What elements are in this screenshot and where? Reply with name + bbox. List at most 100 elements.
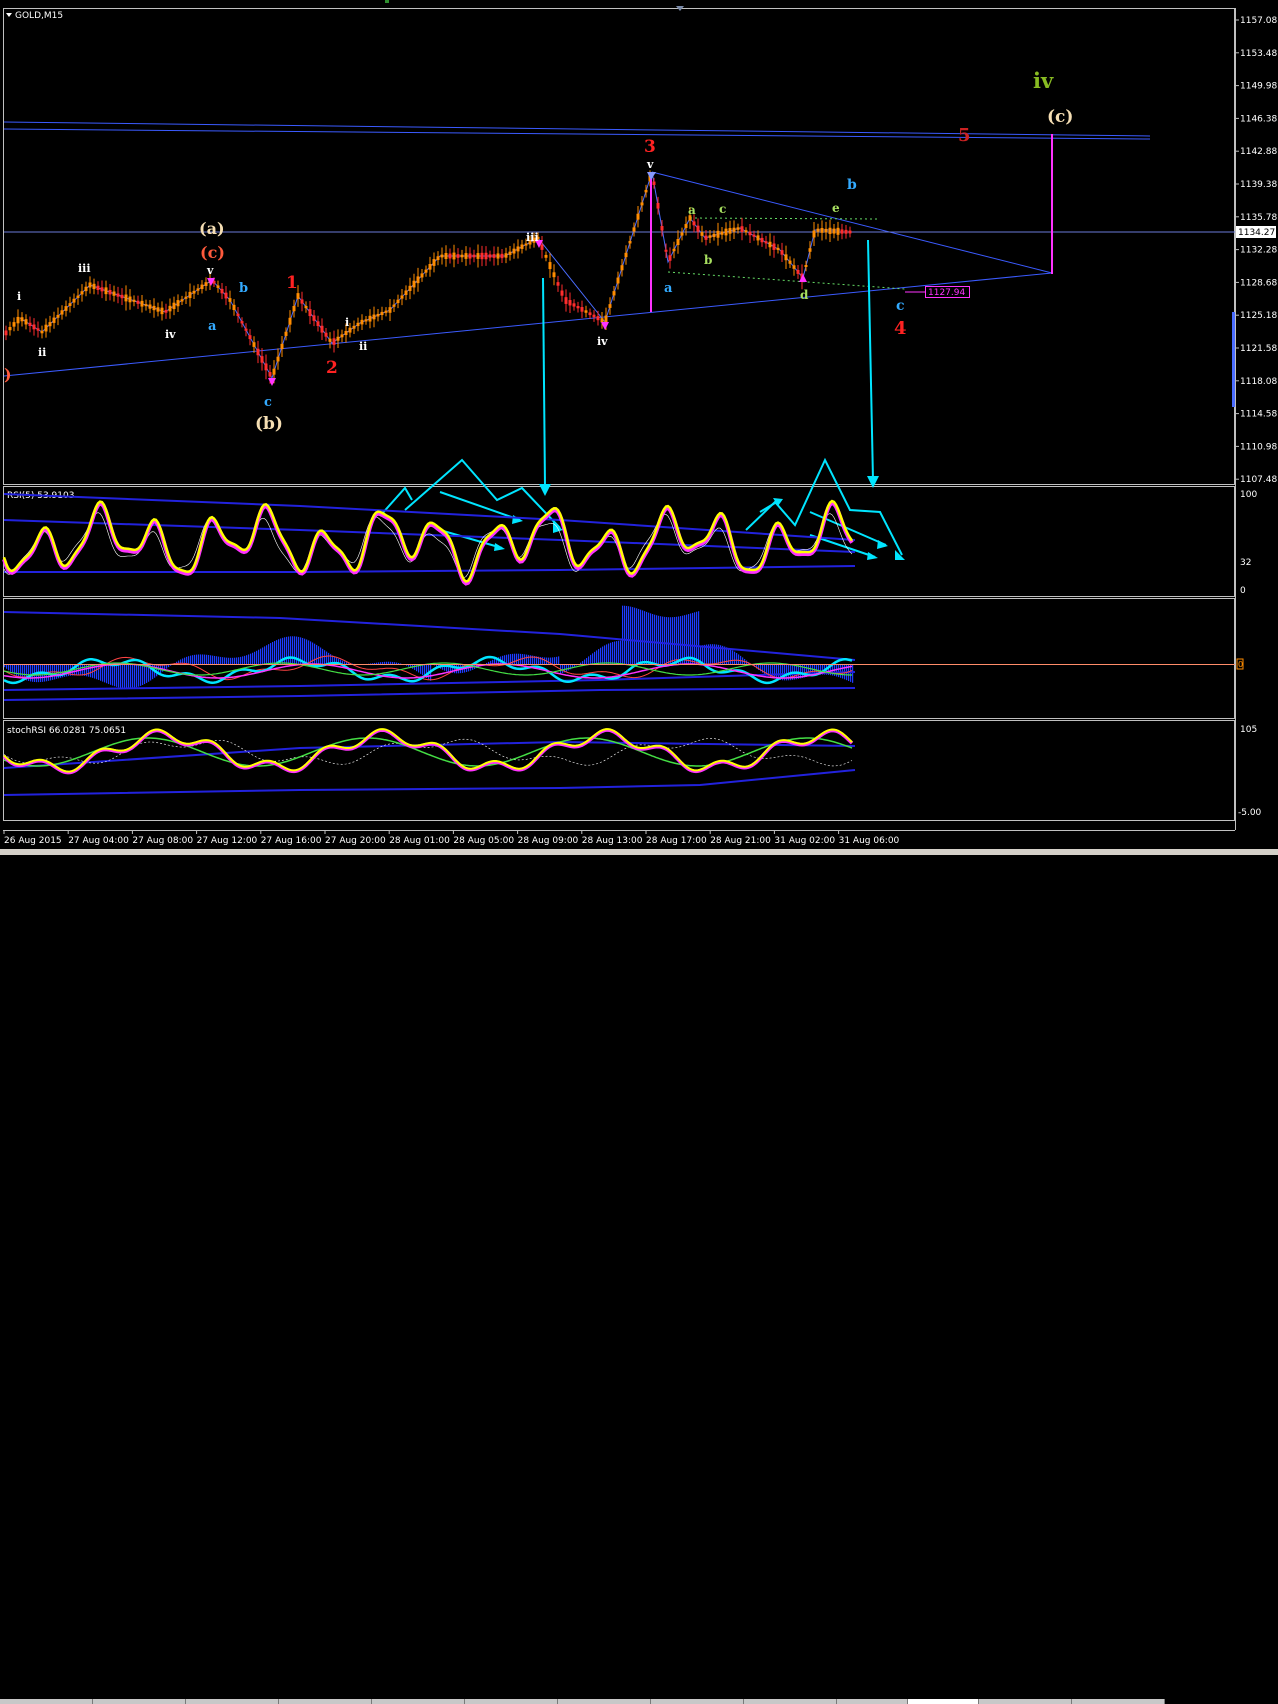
candle-body [256, 348, 260, 356]
candle-body [736, 227, 740, 230]
macd-histogram-bar [264, 646, 266, 664]
candle-body [768, 241, 772, 248]
macd-histogram-bar [616, 641, 618, 664]
candle-body [508, 251, 512, 255]
wave-label: ii [359, 340, 367, 353]
candle-body [448, 253, 452, 259]
rsi-level: 100 [1240, 490, 1257, 500]
chart-tab[interactable] [372, 1699, 465, 1704]
candle-body [84, 286, 88, 292]
macd-histogram-bar [220, 656, 222, 664]
chart-tab[interactable] [279, 1699, 372, 1704]
macd-histogram-bar [542, 657, 544, 664]
macd-histogram-bar [288, 636, 290, 664]
macd-histogram-bar [416, 664, 418, 672]
candle-body [100, 287, 104, 292]
macd-band-lower [3, 671, 856, 691]
candle-body [56, 314, 60, 318]
macd-histogram-bar [676, 616, 678, 664]
macd-histogram-bar [594, 651, 596, 664]
candle-body [628, 240, 632, 244]
macd-histogram-bar [248, 654, 250, 664]
candle-body [96, 285, 100, 291]
candle-body [600, 318, 604, 323]
macd-histogram-bar [610, 642, 612, 664]
macd-histogram-bar [108, 664, 110, 685]
candle-body [332, 338, 336, 345]
candle-body [716, 230, 720, 238]
candle-body [780, 250, 784, 255]
candle-body [176, 300, 180, 307]
candle-body [740, 226, 744, 232]
wave-label: (c) [200, 243, 225, 262]
macd-histogram-bar [250, 653, 252, 664]
chart-tab[interactable] [0, 1699, 93, 1704]
macd-histogram-bar [630, 606, 632, 664]
chart-tab[interactable] [837, 1699, 908, 1704]
macd-histogram-bar [112, 664, 114, 686]
candle-body [572, 303, 576, 307]
chart-tab-active[interactable] [908, 1699, 979, 1704]
candle-body [752, 234, 756, 237]
macd-histogram-bar [728, 648, 730, 664]
candle-body [684, 224, 688, 228]
candle-body [140, 300, 144, 307]
macd-histogram-bar [486, 662, 488, 664]
macd-histogram-bar [144, 664, 146, 685]
chart-tab[interactable] [1072, 1699, 1165, 1704]
macd-histogram-bar [454, 664, 456, 674]
candle-body [272, 368, 276, 375]
candle-body [224, 292, 228, 299]
chart-tab[interactable] [979, 1699, 1072, 1704]
rsi-level: 32 [1240, 558, 1251, 568]
chart-canvas[interactable]: GOLD,M15 1157.08 1153.48 1149.98 1146.38 114… [0, 0, 1278, 855]
chart-tab[interactable] [465, 1699, 558, 1704]
stochrsi-indicator [2, 728, 856, 796]
macd-histogram-bar [140, 664, 142, 686]
price-tick-label: 1135.78 [1240, 213, 1277, 223]
candle-body [744, 230, 748, 233]
candle-body [796, 269, 800, 274]
wave-label: i [345, 316, 349, 329]
candle-body [612, 291, 616, 296]
candle-body [268, 372, 272, 377]
candle-body [180, 299, 184, 302]
macd-histogram-bar [138, 664, 140, 687]
macd-histogram-bar [490, 660, 492, 664]
rsi-band-lower [4, 565, 856, 573]
wave-label: (b) [255, 414, 283, 434]
macd-histogram-bar [672, 617, 674, 664]
candle-body [668, 255, 672, 261]
macd-histogram-bar [20, 664, 22, 678]
price-tick-label: 1157.08 [1240, 16, 1277, 26]
candle-body [44, 324, 48, 332]
candle-body [384, 310, 388, 313]
chart-tab[interactable] [186, 1699, 279, 1704]
candle-body [440, 254, 444, 258]
candle-body [568, 300, 572, 306]
macd-histogram-bar [488, 661, 490, 664]
macd-histogram-bar [104, 664, 106, 683]
chart-tab[interactable] [651, 1699, 744, 1704]
price-tick-label: 1146.38 [1240, 114, 1277, 124]
chart-tab[interactable] [558, 1699, 651, 1704]
candle-body [720, 231, 724, 235]
candle-body [280, 343, 284, 350]
stochrsi-level: 105 [1240, 725, 1257, 735]
candle-body [724, 228, 728, 236]
macd-histogram-bar [328, 652, 330, 664]
candle-body [380, 311, 384, 316]
candle-body [816, 228, 820, 232]
chart-tab[interactable] [744, 1699, 837, 1704]
wave-label: a [208, 319, 217, 334]
macd-histogram-bar [214, 655, 216, 664]
macd-histogram-bar [344, 661, 346, 664]
macd-histogram-bar [524, 654, 526, 664]
macd-histogram-bar [586, 657, 588, 664]
candle-body [672, 248, 676, 252]
chart-tab[interactable] [93, 1699, 186, 1704]
symbol-dropdown-icon[interactable] [6, 13, 12, 17]
candle-body [204, 282, 208, 286]
macd-histogram-bar [256, 650, 258, 664]
wave-label: b [239, 281, 248, 296]
